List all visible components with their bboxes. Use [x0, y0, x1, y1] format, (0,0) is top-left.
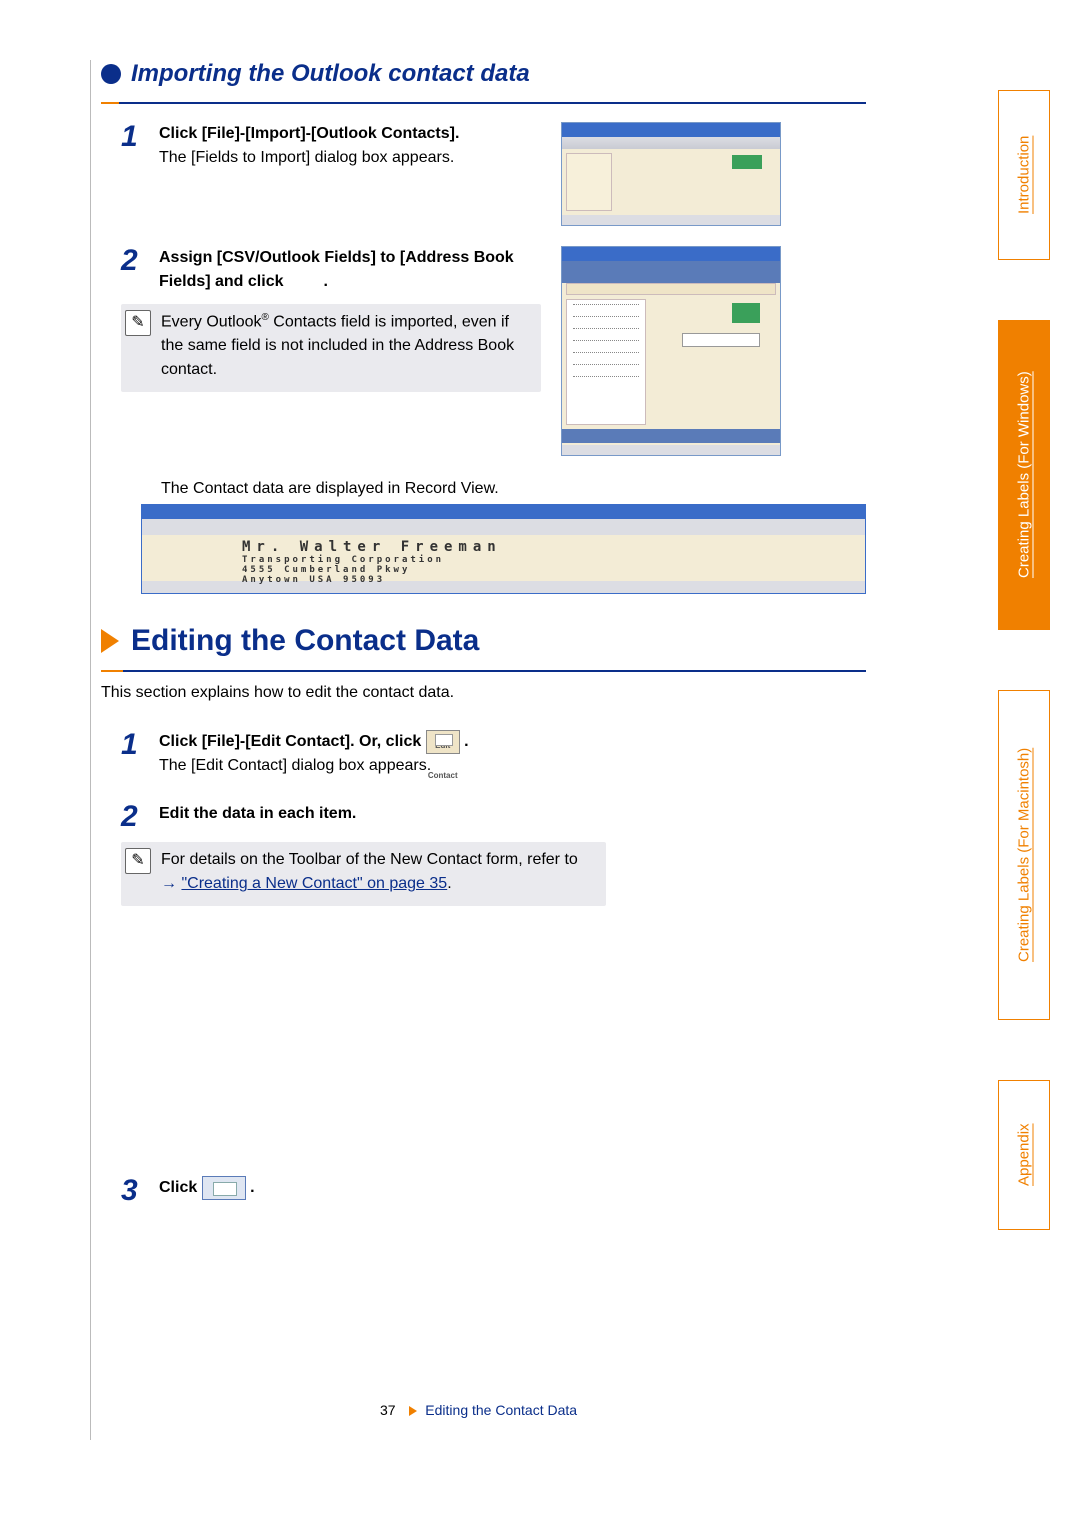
step-title-b: .: [324, 273, 328, 290]
step-desc: The [Edit Contact] dialog box appears.: [159, 757, 431, 774]
record-line3: 4555 Cumberland Pkwy: [242, 565, 502, 575]
import-step-2: 2 Assign [CSV/Outlook Fields] to [Addres…: [121, 246, 541, 294]
step-title-a: Assign [CSV/Outlook Fields] to [Address …: [159, 249, 514, 290]
note-icon: ✎: [125, 310, 151, 336]
record-caption: The Contact data are displayed in Record…: [161, 480, 866, 498]
triangle-small-icon: [409, 1406, 417, 1416]
section-editing-heading: Editing the Contact Data: [101, 624, 866, 658]
tab-label: Creating Labels (For Windows): [1016, 372, 1033, 579]
edit-step-3: 3 Click .: [121, 1176, 866, 1206]
link-creating-new-contact[interactable]: "Creating a New Contact" on page 35: [181, 875, 447, 892]
step-title-b: .: [250, 1179, 254, 1196]
screenshot-outlook-contacts: [561, 122, 781, 226]
running-head: Editing the Contact Data: [425, 1402, 577, 1418]
tab-label: Creating Labels (For Macintosh): [1016, 748, 1033, 962]
note-toolbar-ref: ✎ For details on the Toolbar of the New …: [121, 842, 606, 906]
note-text-a: For details on the Toolbar of the New Co…: [161, 851, 578, 868]
edit-contact-button-icon: Edit Contact: [426, 730, 460, 754]
step-desc: The [Fields to Import] dialog box appear…: [159, 149, 454, 166]
edit-step-2: 2 Edit the data in each item.: [121, 802, 866, 832]
ok-button-icon: [202, 1176, 246, 1200]
step-title: Click [File]-[Import]-[Outlook Contacts]…: [159, 125, 459, 142]
step-number: 2: [121, 802, 149, 832]
record-line4: Anytown USA 95093: [242, 575, 502, 585]
screenshot-record-view: Mr. Walter Freeman Transporting Corporat…: [141, 504, 866, 594]
step-title-b: .: [464, 733, 468, 750]
section-desc: This section explains how to edit the co…: [101, 684, 866, 702]
step-number: 2: [121, 246, 149, 276]
tab-creating-labels-windows[interactable]: Creating Labels (For Windows): [998, 320, 1050, 630]
tab-label: Introduction: [1016, 136, 1033, 214]
note-icon: ✎: [125, 848, 151, 874]
rule-under-section: [101, 670, 866, 672]
section-title: Editing the Contact Data: [131, 624, 479, 658]
edit-step-1: 1 Click [File]-[Edit Contact]. Or, click…: [121, 730, 866, 778]
tab-label: Appendix: [1016, 1124, 1033, 1187]
subheading-import: Importing the Outlook contact data: [101, 60, 866, 88]
note-text-b: .: [447, 875, 451, 892]
screenshot-field-assign: [561, 246, 781, 456]
rule-under-subheading: [101, 102, 866, 104]
record-name: Mr. Walter Freeman: [242, 539, 502, 555]
page-number: 37: [380, 1402, 396, 1418]
step-title-a: Click: [159, 1179, 202, 1196]
step-title: Edit the data in each item.: [159, 805, 356, 822]
import-step-1-row: 1 Click [File]-[Import]-[Outlook Contact…: [101, 122, 866, 226]
import-step-2-row: 2 Assign [CSV/Outlook Fields] to [Addres…: [101, 246, 866, 456]
tab-appendix[interactable]: Appendix: [998, 1080, 1050, 1230]
bullet-circle-icon: [101, 64, 121, 84]
note-outlook-fields: ✎ Every Outlook® Contacts field is impor…: [121, 304, 541, 392]
step-number: 3: [121, 1176, 149, 1206]
subheading-text: Importing the Outlook contact data: [131, 60, 530, 88]
step-number: 1: [121, 122, 149, 152]
note-sup: ®: [261, 312, 268, 323]
side-tabs: Introduction Creating Labels (For Window…: [990, 90, 1060, 1290]
note-text-a: Every Outlook: [161, 313, 261, 330]
page-footer: 37 Editing the Contact Data: [91, 1402, 866, 1418]
step-number: 1: [121, 730, 149, 760]
record-line2: Transporting Corporation: [242, 555, 502, 565]
triangle-bullet-icon: [101, 629, 119, 653]
tab-introduction[interactable]: Introduction: [998, 90, 1050, 260]
step-title-a: Click [File]-[Edit Contact]. Or, click: [159, 733, 426, 750]
tab-creating-labels-macintosh[interactable]: Creating Labels (For Macintosh): [998, 690, 1050, 1020]
import-step-1: 1 Click [File]-[Import]-[Outlook Contact…: [121, 122, 541, 170]
